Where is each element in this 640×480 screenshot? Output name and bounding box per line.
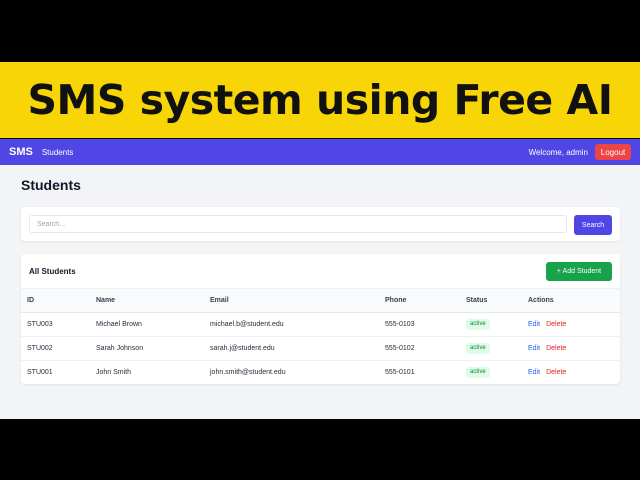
status-badge: active [466,342,490,354]
column-header-status[interactable]: Status [466,289,487,312]
student-phone-cell: 555-0103 [385,321,415,328]
student-id-cell: STU001 [27,369,53,376]
table-title: All Students [29,267,76,276]
student-phone-cell: 555-0101 [385,369,415,376]
status-cell: active [466,313,490,336]
page-title: Students [21,177,81,193]
top-navbar: SMS Students Welcome, admin Logout [0,139,640,165]
student-email-cell: michael.b@student.edu [210,321,284,328]
table-row: STU001 John Smith john.smith@student.edu… [21,361,620,384]
table-card-header: All Students + Add Student [21,254,620,289]
column-header-name[interactable]: Name [96,289,115,312]
edit-link[interactable]: Edit [528,321,540,328]
actions-cell: Edit Delete [528,337,566,360]
delete-link[interactable]: Delete [546,369,566,376]
add-student-button[interactable]: + Add Student [546,262,612,281]
table-row: STU002 Sarah Johnson sarah.j@student.edu… [21,337,620,361]
table-header-row: ID Name Email Phone Status Actions [21,289,620,313]
actions-cell: Edit Delete [528,361,566,384]
search-input[interactable] [29,215,567,233]
student-id-cell: STU003 [27,321,53,328]
video-title-banner: SMS system using Free AI [0,62,640,138]
student-name-cell: John Smith [96,369,132,376]
column-header-phone[interactable]: Phone [385,289,406,312]
status-cell: active [466,337,490,360]
student-name-cell: Michael Brown [96,321,142,328]
student-id-cell: STU002 [27,345,53,352]
search-button[interactable]: Search [574,215,612,235]
edit-link[interactable]: Edit [528,369,540,376]
column-header-actions: Actions [528,297,554,304]
students-table-card: All Students + Add Student ID Name Email… [21,254,620,384]
status-badge: active [466,366,490,378]
app-window: SMS Students Welcome, admin Logout Stude… [0,139,640,419]
status-cell: active [466,361,490,384]
banner-title: SMS system using Free AI [27,76,613,124]
status-badge: active [466,318,490,330]
student-phone-cell: 555-0102 [385,345,415,352]
delete-link[interactable]: Delete [546,321,566,328]
student-email-cell: sarah.j@student.edu [210,345,275,352]
student-email-cell: john.smith@student.edu [210,369,286,376]
delete-link[interactable]: Delete [546,345,566,352]
logout-button[interactable]: Logout [595,144,631,160]
actions-cell: Edit Delete [528,313,566,336]
edit-link[interactable]: Edit [528,345,540,352]
welcome-text: Welcome, admin [528,147,588,157]
student-name-cell: Sarah Johnson [96,345,144,352]
column-header-email[interactable]: Email [210,289,229,312]
table-row: STU003 Michael Brown michael.b@student.e… [21,313,620,337]
search-card: Search [21,207,620,241]
column-header-id[interactable]: ID [27,289,34,312]
nav-link-students[interactable]: Students [42,148,74,157]
brand-logo[interactable]: SMS [9,146,33,158]
